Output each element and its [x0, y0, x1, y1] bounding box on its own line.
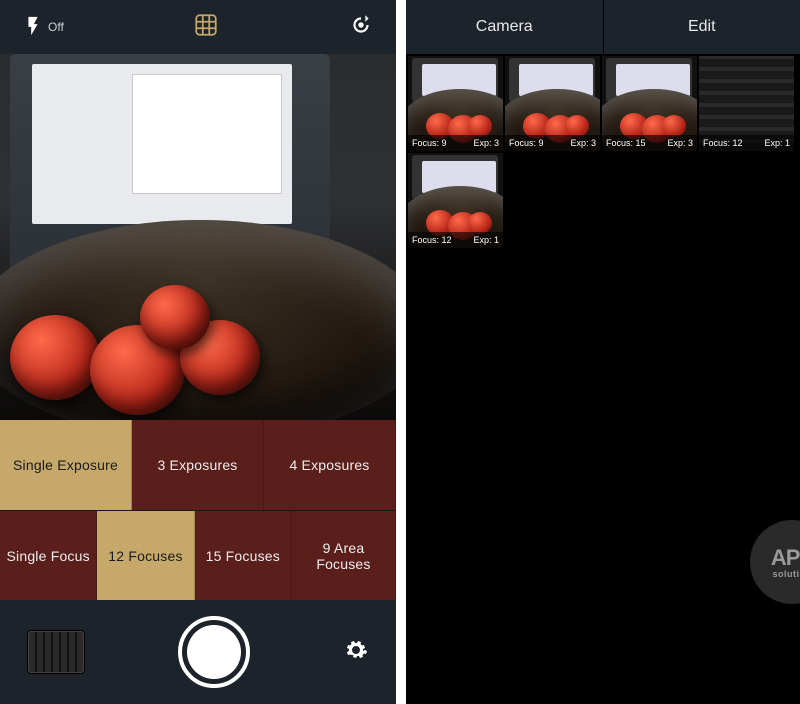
exposure-option[interactable]: 3 Exposures [132, 420, 264, 510]
thumbnail-caption: Focus: 15 Exp: 3 [602, 135, 697, 151]
flash-toggle[interactable]: Off [22, 15, 64, 40]
settings-button[interactable] [344, 638, 368, 667]
gear-icon [344, 649, 368, 666]
camera-bottombar [0, 600, 396, 704]
tab-edit[interactable]: Edit [604, 0, 800, 54]
focus-option[interactable]: 15 Focuses [195, 511, 292, 600]
focus-option[interactable]: Single Focus [0, 511, 97, 600]
camera-panel: Off Single Exposure 3 Exposures [0, 0, 396, 704]
thumbnail[interactable]: Focus: 9 Exp: 3 [505, 56, 600, 151]
thumbnail-caption: Focus: 9 Exp: 3 [408, 135, 503, 151]
thumbnail-grid: Focus: 9 Exp: 3 Focus: 9 Exp: 3 Focus: 15 Exp… [406, 54, 800, 250]
focus-option[interactable]: 9 Area Focuses [292, 511, 396, 600]
last-photo-thumbnail[interactable] [28, 631, 84, 673]
grid-icon[interactable] [193, 12, 219, 43]
thumbnail-exp-label: Exp: 3 [570, 138, 596, 148]
focus-options-row: Single Focus 12 Focuses 15 Focuses 9 Are… [0, 510, 396, 600]
thumbnail-focus-label: Focus: 12 [703, 138, 743, 148]
thumbnail-exp-label: Exp: 1 [473, 235, 499, 245]
watermark-bottom: solution [773, 569, 800, 579]
viewfinder[interactable] [0, 54, 396, 420]
thumbnail[interactable]: Focus: 12 Exp: 1 [408, 153, 503, 248]
watermark-top: APP [771, 545, 800, 571]
thumbnail-focus-label: Focus: 12 [412, 235, 452, 245]
shutter-inner-icon [187, 625, 241, 679]
thumbnail-focus-label: Focus: 15 [606, 138, 646, 148]
exposure-options-row: Single Exposure 3 Exposures 4 Exposures [0, 420, 396, 510]
gallery-panel: Camera Edit Focus: 9 Exp: 3 Focus: 9 Exp: 3… [406, 0, 800, 704]
camera-topbar: Off [0, 0, 396, 54]
gallery-tabs: Camera Edit [406, 0, 800, 54]
thumbnail-exp-label: Exp: 3 [667, 138, 693, 148]
switch-camera-icon[interactable] [348, 12, 374, 43]
thumbnail-caption: Focus: 12 Exp: 1 [408, 232, 503, 248]
thumbnail-exp-label: Exp: 1 [764, 138, 790, 148]
thumbnail-exp-label: Exp: 3 [473, 138, 499, 148]
thumbnail[interactable]: Focus: 15 Exp: 3 [602, 56, 697, 151]
thumbnail-caption: Focus: 12 Exp: 1 [699, 135, 794, 151]
thumbnail-focus-label: Focus: 9 [412, 138, 447, 148]
thumbnail[interactable]: Focus: 12 Exp: 1 [699, 56, 794, 151]
tab-camera[interactable]: Camera [406, 0, 604, 54]
flash-label: Off [48, 20, 64, 34]
exposure-option[interactable]: Single Exposure [0, 420, 132, 510]
thumbnail-caption: Focus: 9 Exp: 3 [505, 135, 600, 151]
shutter-button[interactable] [178, 616, 250, 688]
watermark-badge: APP solution [750, 520, 800, 604]
exposure-option[interactable]: 4 Exposures [264, 420, 396, 510]
focus-option[interactable]: 12 Focuses [97, 511, 194, 600]
panel-divider [396, 0, 406, 704]
thumbnail-focus-label: Focus: 9 [509, 138, 544, 148]
flash-icon [22, 15, 44, 40]
thumbnail[interactable]: Focus: 9 Exp: 3 [408, 56, 503, 151]
